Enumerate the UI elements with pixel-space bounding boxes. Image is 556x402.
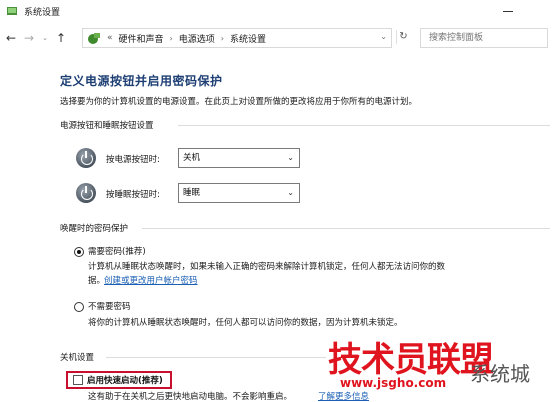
require-password-help-cont: 据。 <box>88 276 106 286</box>
watermark-logo: 技术员联盟 <box>328 340 494 380</box>
power-icon <box>76 148 96 168</box>
section-divider <box>106 357 326 358</box>
control-panel-icon <box>88 33 100 44</box>
up-button[interactable]: ↑ <box>54 30 68 46</box>
breadcrumb-power-options[interactable]: 电源选项 <box>179 32 215 45</box>
sleep-button-label: 按睡眠按钮时: <box>106 190 160 200</box>
power-button-label: 按电源按钮时: <box>106 155 160 165</box>
recent-locations-button[interactable]: ⌄ <box>38 30 52 46</box>
no-password-radio[interactable] <box>74 302 84 312</box>
control-panel-icon <box>7 7 17 15</box>
power-button-value: 关机 <box>183 153 201 163</box>
learn-more-link[interactable]: 了解更多信息 <box>318 390 369 402</box>
watermark-site-name: 系统城 <box>470 362 530 386</box>
watermark-url: www.jsgho.com <box>340 376 447 390</box>
no-password-label[interactable]: 不需要密码 <box>88 300 131 312</box>
breadcrumb-separator[interactable]: › <box>170 34 173 43</box>
breadcrumb-overflow[interactable]: « <box>107 33 113 43</box>
breadcrumb-hardware-sound[interactable]: 硬件和声音 <box>119 32 164 45</box>
fast-startup-help: 这有助于在关机之后更快地启动电脑。不会影响重启。 <box>88 392 293 402</box>
chevron-down-icon: ⌄ <box>287 153 294 162</box>
require-password-radio[interactable] <box>74 247 84 257</box>
address-bar[interactable]: « 硬件和声音 › 电源选项 › 系统设置 ⌄ <box>82 28 392 48</box>
address-dropdown-button[interactable]: ⌄ <box>380 32 387 41</box>
page-title: 定义电源按钮并启用密码保护 <box>60 74 223 88</box>
no-password-help: 将你的计算机从睡眠状态唤醒时，任何人都可以访问你的数据，因为计算机未锁定。 <box>88 318 403 328</box>
sleep-button-select[interactable]: 睡眠 ⌄ <box>178 183 300 203</box>
power-section-label: 电源按钮和睡眠按钮设置 <box>60 121 154 131</box>
page-description: 选择要为你的计算机设置的电源设置。在此页上对设置所做的更改将应用于你所有的电源计… <box>60 97 418 107</box>
chevron-down-icon: ⌄ <box>287 188 294 197</box>
breadcrumb-system-settings[interactable]: 系统设置 <box>230 32 266 45</box>
breadcrumb-separator[interactable]: › <box>221 34 224 43</box>
change-password-link[interactable]: 创建或更改用户帐户密码 <box>104 274 198 286</box>
forward-button[interactable]: → <box>22 30 36 46</box>
require-password-label[interactable]: 需要密码(推荐) <box>88 245 146 257</box>
fast-startup-checkbox[interactable] <box>73 375 83 385</box>
search-input[interactable] <box>420 28 548 48</box>
section-divider <box>178 125 550 126</box>
navigation-bar: ← → ⌄ ↑ « 硬件和声音 › 电源选项 › 系统设置 ⌄ ↻ <box>0 26 556 50</box>
sleep-icon <box>76 183 96 203</box>
title-bar: 系统设置 <box>0 0 556 22</box>
back-button[interactable]: ← <box>4 30 18 46</box>
shutdown-section-label: 关机设置 <box>60 353 95 363</box>
section-divider <box>142 228 550 229</box>
minimize-button[interactable] <box>502 6 514 16</box>
window-title: 系统设置 <box>24 7 61 18</box>
power-button-select[interactable]: 关机 ⌄ <box>178 148 300 168</box>
require-password-help: 计算机从睡眠状态唤醒时，如果未输入正确的密码来解除计算机锁定，任何人都无法访问你… <box>88 262 446 272</box>
password-section-label: 唤醒时的密码保护 <box>60 224 129 234</box>
sleep-button-value: 睡眠 <box>183 188 201 198</box>
refresh-button[interactable]: ↻ <box>396 30 410 44</box>
fast-startup-label[interactable]: 启用快速启动(推荐) <box>87 374 163 386</box>
